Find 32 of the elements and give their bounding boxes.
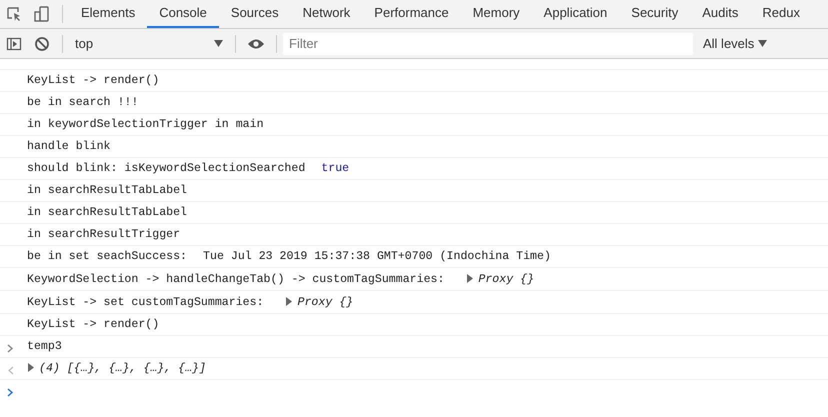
log-message: be in set seachSuccess: [27,250,188,263]
caret-icon [758,40,768,47]
panel-tab[interactable]: Redux [750,0,812,28]
log-message: KeyList -> render() [27,74,160,87]
object-value[interactable]: Proxy {} [478,273,534,286]
log-message: KeyList -> render() [27,318,160,331]
panel-tab[interactable]: Security [619,0,690,28]
log-message: should blink: isKeywordSelectionSearched [27,162,306,175]
context-dropdown[interactable]: top [69,32,229,54]
log-message: in searchResultTabLabel [27,206,188,219]
panel-tab[interactable]: Network [290,0,362,28]
input-text: temp3 [27,340,62,353]
log-message: be in search !!! [27,96,138,109]
object-value[interactable]: Proxy {} [297,296,354,309]
log-value: Tue Jul 23 2019 15:37:38 GMT+0700 (Indochina Time) [203,250,551,263]
filter-field[interactable]: Filter [283,32,693,54]
log-message: in keywordSelectionTrigger in main [27,118,264,131]
caret-icon [214,40,223,47]
result-value[interactable]: (4) [{…}, {…}, {…}, {…}] [39,362,206,375]
panel-tab[interactable]: Application [532,0,620,28]
levels-dropdown[interactable]: All levels [697,34,774,54]
log-message: handle blink [27,140,110,153]
log-message: KeyList -> set customTagSummaries: [27,296,264,309]
panel-tab[interactable]: Elements [69,0,148,28]
log-message: in searchResultTabLabel [27,184,188,197]
log-value: true [321,162,350,175]
panel-tab[interactable]: Memory [460,0,532,28]
panel-tab[interactable]: Audits [690,0,750,28]
panel-tab[interactable]: Performance [362,0,461,28]
log-message: KeywordSelection -> handleChangeTab() -> customTagSummaries: [27,273,444,286]
panel-tab[interactable]: Sources [218,0,291,28]
log-message: in searchResultTrigger [27,228,180,241]
